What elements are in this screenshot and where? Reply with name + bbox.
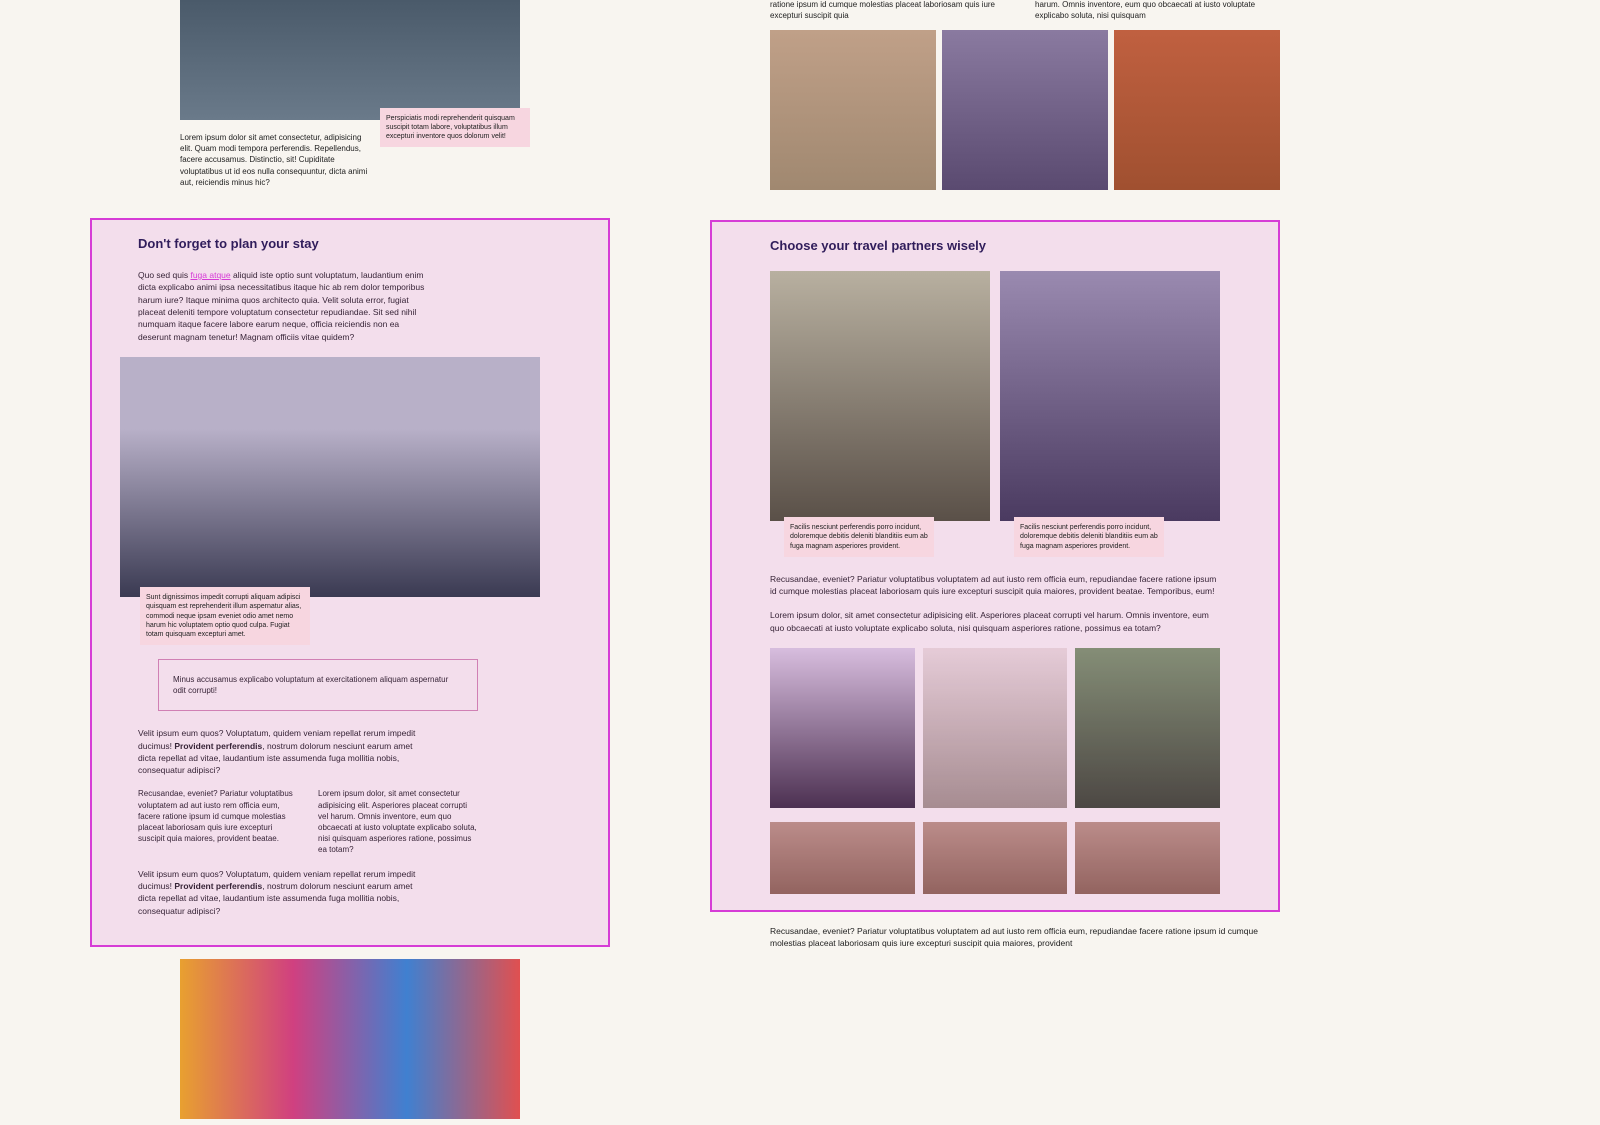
quote-box: Minus accusamus explicabo voluptatum at …	[158, 659, 478, 711]
plan-stay-section: Don't forget to plan your stay Quo sed q…	[90, 218, 610, 947]
two-col-a: Recusandae, eveniet? Pariatur voluptatib…	[138, 788, 298, 855]
right-top-text: ratione ipsum id cumque molestias placea…	[710, 0, 1280, 22]
two-image-row: Facilis nesciunt perferendis porro incid…	[770, 271, 1220, 521]
hero-caption: Perspiciatis modi reprehenderit quisquam…	[380, 108, 530, 147]
three-image-row-top	[710, 30, 1280, 190]
overlook-image: Facilis nesciunt perferendis porro incid…	[1000, 271, 1220, 521]
portrait-image	[770, 30, 936, 190]
plan-link[interactable]: fuga atque	[190, 270, 230, 280]
plan-heading: Don't forget to plan your stay	[138, 236, 562, 251]
body-paragraph-1: Velit ipsum eum quos? Voluptatum, quidem…	[138, 727, 428, 776]
bottom-paragraph: Recusandae, eveniet? Pariatur voluptatib…	[710, 926, 1280, 950]
strip-3	[1075, 822, 1220, 894]
partners-section: Choose your travel partners wisely Facil…	[710, 220, 1280, 912]
partners-para-1: Recusandae, eveniet? Pariatur voluptatib…	[770, 573, 1220, 598]
strip-1	[770, 822, 915, 894]
camera-gear-image	[923, 648, 1068, 808]
hero-image-left	[180, 0, 520, 120]
dusk-city-image	[942, 30, 1108, 190]
two-column-text: Recusandae, eveniet? Pariatur voluptatib…	[138, 788, 478, 855]
strip-2	[923, 822, 1068, 894]
track-sitting-image	[1075, 648, 1220, 808]
mountain-image: Sunt dignissimos impedit corrupti aliqua…	[120, 357, 540, 597]
image-caption-1: Facilis nesciunt perferendis porro incid…	[784, 517, 934, 556]
strip-image-row	[770, 822, 1220, 894]
body-paragraph-2: Velit ipsum eum quos? Voluptatum, quidem…	[138, 868, 428, 917]
partners-para-2: Lorem ipsum dolor, sit amet consectetur …	[770, 609, 1220, 634]
image-caption-2: Facilis nesciunt perferendis porro incid…	[1014, 517, 1164, 556]
colorful-street-image	[180, 959, 520, 1119]
mountain-caption: Sunt dignissimos impedit corrupti aliqua…	[140, 587, 310, 644]
partners-heading: Choose your travel partners wisely	[770, 238, 1220, 253]
three-image-row-mid	[770, 648, 1220, 808]
produce-image	[1114, 30, 1280, 190]
right-top-a: ratione ipsum id cumque molestias placea…	[770, 0, 1015, 22]
two-col-b: Lorem ipsum dolor, sit amet consectetur …	[318, 788, 478, 855]
plan-paragraph: Quo sed quis fuga atque aliquid iste opt…	[138, 269, 428, 343]
right-top-b: harum. Omnis inventore, eum quo obcaecat…	[1035, 0, 1280, 22]
skater-image: Facilis nesciunt perferendis porro incid…	[770, 271, 990, 521]
dog-horizon-image	[770, 648, 915, 808]
